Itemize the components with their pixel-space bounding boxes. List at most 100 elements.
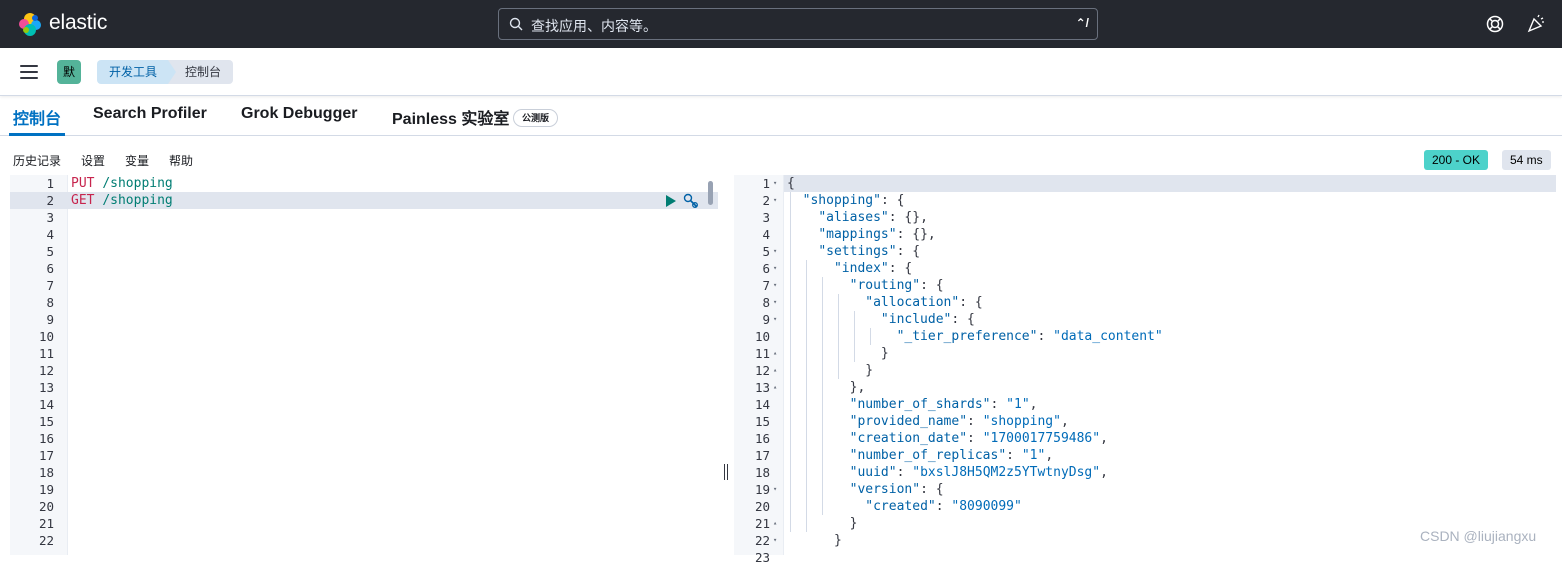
indent-guide: [870, 328, 871, 345]
history-button[interactable]: 历史记录: [13, 152, 61, 169]
response-code-line: },: [787, 380, 866, 395]
request-scrollbar[interactable]: [708, 181, 713, 205]
fold-toggle-icon[interactable]: ▴: [773, 366, 777, 374]
line-number: 10: [754, 329, 770, 344]
response-code-line: "version": {: [849, 482, 944, 497]
fold-toggle-icon[interactable]: ▴: [773, 383, 777, 391]
fold-toggle-icon[interactable]: ▾: [773, 247, 777, 255]
line-number: 23: [754, 550, 770, 565]
panel-resize-handle[interactable]: [724, 464, 728, 480]
request-editor[interactable]: 1 2 3 4 5 6 7 8 9 10 11 12 13 14 15 16 17 18 19 20 21 22 PUT /…: [10, 175, 718, 555]
news-feed-icon[interactable]: [1526, 14, 1546, 34]
request-code-line[interactable]: PUT /shopping: [71, 175, 173, 192]
tab-console[interactable]: 控制台: [13, 105, 61, 129]
line-number: 4: [46, 227, 54, 242]
line-number: 13: [38, 380, 54, 395]
line-number: 16: [754, 431, 770, 446]
global-search-input[interactable]: 查找应用、内容等。 ⌃/: [498, 8, 1098, 40]
line-number: 8: [762, 295, 770, 310]
fold-toggle-icon[interactable]: ▾: [773, 298, 777, 306]
help-icon[interactable]: [1486, 15, 1504, 33]
line-number: 7: [762, 278, 770, 293]
line-number: 1: [46, 176, 54, 191]
response-code-line: "shopping": {: [802, 193, 905, 208]
fold-toggle-icon[interactable]: ▴: [773, 349, 777, 357]
line-number: 21: [38, 516, 54, 531]
fold-toggle-icon[interactable]: ▾: [773, 536, 777, 544]
wrench-icon[interactable]: [683, 193, 699, 209]
line-number: 19: [38, 482, 54, 497]
space-avatar[interactable]: 默: [57, 60, 81, 84]
line-number: 1: [762, 176, 770, 191]
response-code-line: }: [787, 516, 858, 531]
indent-guide: [790, 192, 791, 532]
indent-guide: [838, 294, 839, 379]
fold-toggle-icon[interactable]: ▾: [773, 485, 777, 493]
elastic-logo-icon[interactable]: [17, 11, 43, 37]
line-number: 9: [46, 312, 54, 327]
fold-toggle-icon[interactable]: ▾: [773, 315, 777, 323]
brand-name[interactable]: elastic: [49, 11, 107, 35]
breadcrumb-dev-tools[interactable]: 开发工具: [97, 60, 179, 84]
response-code-line: "provided_name": "shopping",: [849, 414, 1069, 429]
line-number: 14: [754, 397, 770, 412]
tab-grok-debugger[interactable]: Grok Debugger: [241, 105, 357, 123]
sub-header: 默 开发工具 控制台: [0, 48, 1562, 96]
fold-toggle-icon[interactable]: ▴: [773, 519, 777, 527]
watermark-text: CSDN @liujiangxu: [1420, 528, 1537, 544]
line-number: 10: [38, 329, 54, 344]
variables-button[interactable]: 变量: [125, 152, 149, 169]
run-request-icon[interactable]: [665, 195, 677, 207]
request-code-line[interactable]: GET /shopping: [71, 192, 173, 209]
line-number: 2: [46, 193, 54, 208]
line-number: 14: [38, 397, 54, 412]
response-code-line: "settings": {: [818, 244, 921, 259]
search-placeholder: 查找应用、内容等。: [531, 18, 657, 34]
fold-toggle-icon[interactable]: ▾: [773, 264, 777, 272]
beta-badge: 公测版: [513, 109, 559, 127]
fold-toggle-icon[interactable]: ▾: [773, 179, 777, 187]
response-time-badge: 54 ms: [1502, 150, 1551, 170]
line-number: 20: [38, 499, 54, 514]
line-number: 11: [754, 346, 770, 361]
response-code-line: "allocation": {: [865, 295, 983, 310]
line-number: 4: [762, 227, 770, 242]
settings-button[interactable]: 设置: [81, 152, 105, 169]
fold-toggle-icon[interactable]: ▾: [773, 281, 777, 289]
indent-guide: [854, 311, 855, 362]
dev-tools-tabs: 控制台 Search Profiler Grok Debugger Painle…: [0, 97, 1562, 136]
fold-toggle-icon[interactable]: ▾: [773, 196, 777, 204]
search-shortcut-badge: ⌃/: [1075, 16, 1089, 30]
line-number: 6: [46, 261, 54, 276]
tab-search-profiler[interactable]: Search Profiler: [93, 105, 207, 123]
top-header: elastic 查找应用、内容等。 ⌃/: [0, 0, 1562, 48]
search-icon: [509, 17, 523, 31]
line-number: 9: [762, 312, 770, 327]
line-number: 13: [754, 380, 770, 395]
response-code-line: "_tier_preference": "data_content": [896, 329, 1163, 344]
hamburger-menu-icon[interactable]: [20, 65, 38, 79]
response-code-line: "include": {: [880, 312, 975, 327]
line-number: 15: [754, 414, 770, 429]
tab-painless-lab[interactable]: Painless 实验室: [392, 105, 509, 129]
line-number: 12: [754, 363, 770, 378]
response-code-line: "mappings": {},: [818, 227, 936, 242]
help-button[interactable]: 帮助: [169, 152, 193, 169]
line-number: 3: [762, 210, 770, 225]
line-number: 5: [762, 244, 770, 259]
line-number: 8: [46, 295, 54, 310]
line-number: 22: [38, 533, 54, 548]
response-code-line: "routing": {: [849, 278, 944, 293]
line-number: 20: [754, 499, 770, 514]
line-number: 7: [46, 278, 54, 293]
response-code-line: "number_of_shards": "1",: [849, 397, 1038, 412]
line-number: 18: [754, 465, 770, 480]
line-number: 11: [38, 346, 54, 361]
active-tab-indicator: [9, 133, 65, 136]
response-editor: 1 ▾ 2 ▾ 3 4 5 ▾ 6 ▾ 7 ▾ 8 ▾ 9 ▾ 10 11 ▴ 12 ▴ 13 ▴ 14 15 16 17 18 19 ▾…: [734, 175, 1556, 565]
line-number: 18: [38, 465, 54, 480]
line-number: 12: [38, 363, 54, 378]
response-code-line: "uuid": "bxslJ8H5QM2z5YTwtnyDsg",: [849, 465, 1108, 480]
response-status-badge: 200 - OK: [1424, 150, 1489, 170]
line-number: 19: [754, 482, 770, 497]
